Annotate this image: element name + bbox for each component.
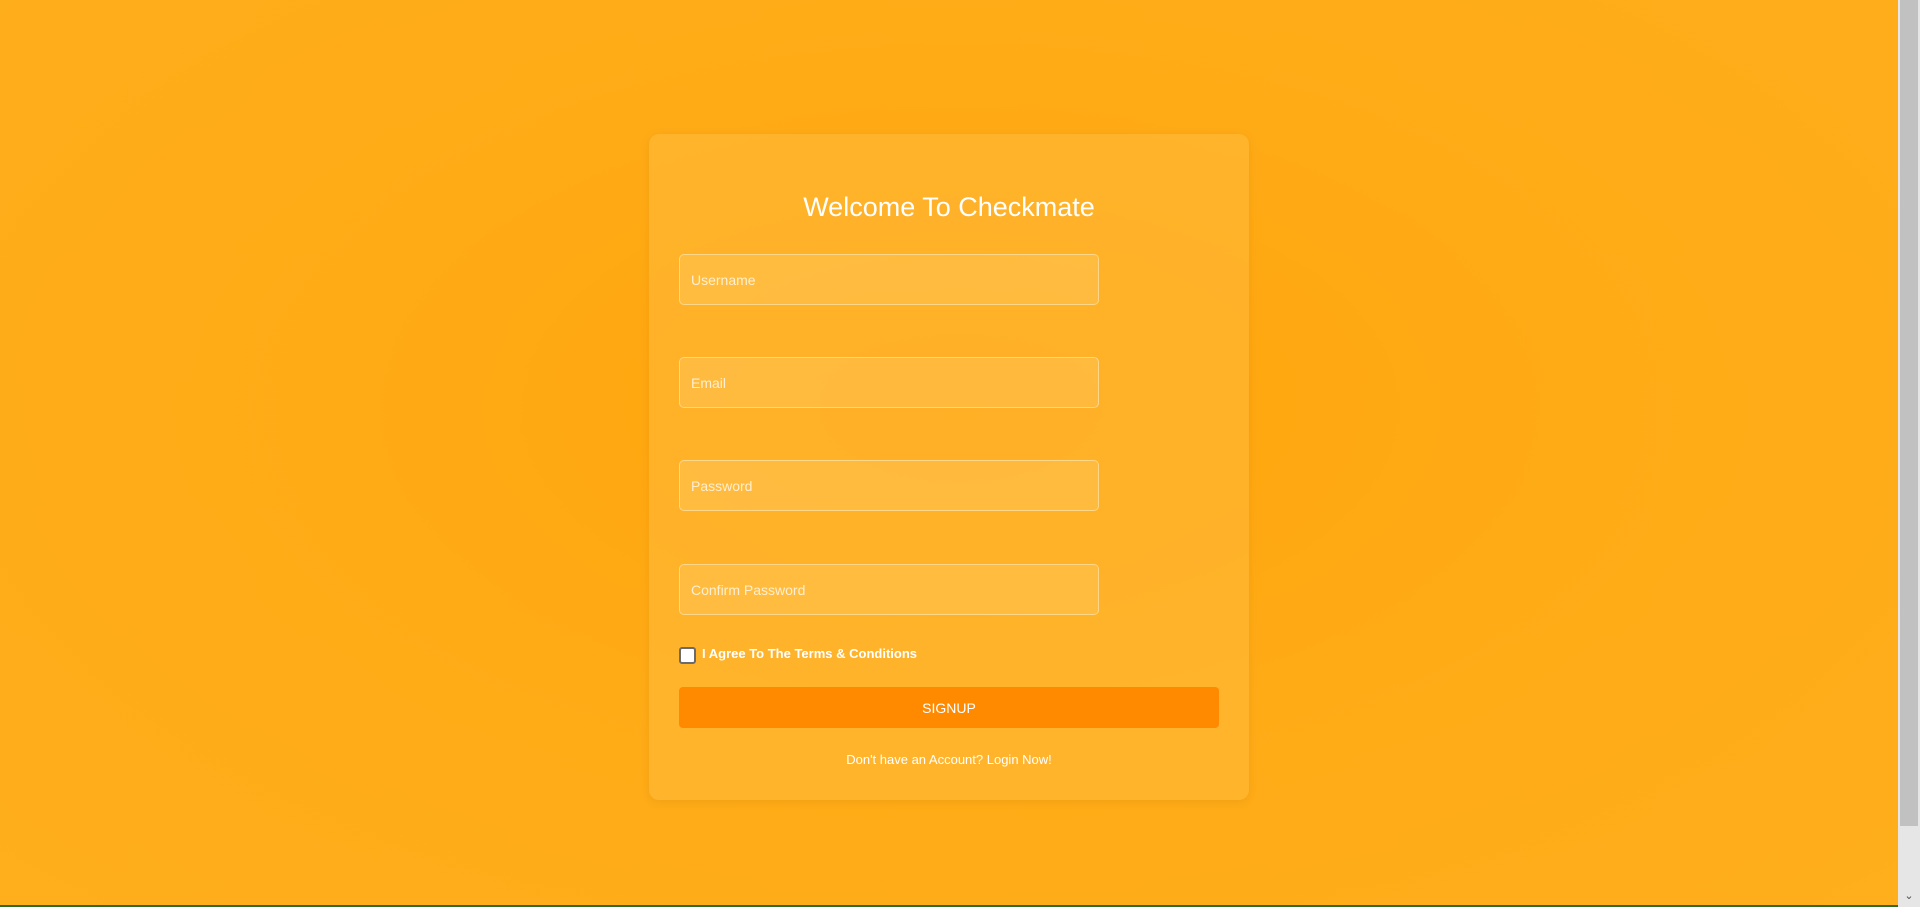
terms-checkbox[interactable] xyxy=(679,647,696,664)
signup-page: Welcome To Checkmate I Agree To The Term… xyxy=(0,0,1920,907)
vertical-scrollbar[interactable]: ⌄ xyxy=(1898,0,1920,907)
username-input[interactable] xyxy=(679,254,1099,305)
page-title: Welcome To Checkmate xyxy=(803,192,1095,222)
terms-row: I Agree To The Terms & Conditions xyxy=(679,642,917,664)
login-link[interactable]: Don't have an Account? Login Now! xyxy=(649,752,1249,767)
confirm-password-input[interactable] xyxy=(679,564,1099,615)
email-input[interactable] xyxy=(679,357,1099,408)
signup-card: Welcome To Checkmate I Agree To The Term… xyxy=(649,134,1249,800)
scrollbar-thumb[interactable] xyxy=(1900,0,1918,826)
password-input[interactable] xyxy=(679,460,1099,511)
signup-button[interactable]: SIGNUP xyxy=(679,687,1219,728)
terms-label[interactable]: I Agree To The Terms & Conditions xyxy=(702,646,917,661)
chevron-down-icon[interactable]: ⌄ xyxy=(1898,886,1920,904)
